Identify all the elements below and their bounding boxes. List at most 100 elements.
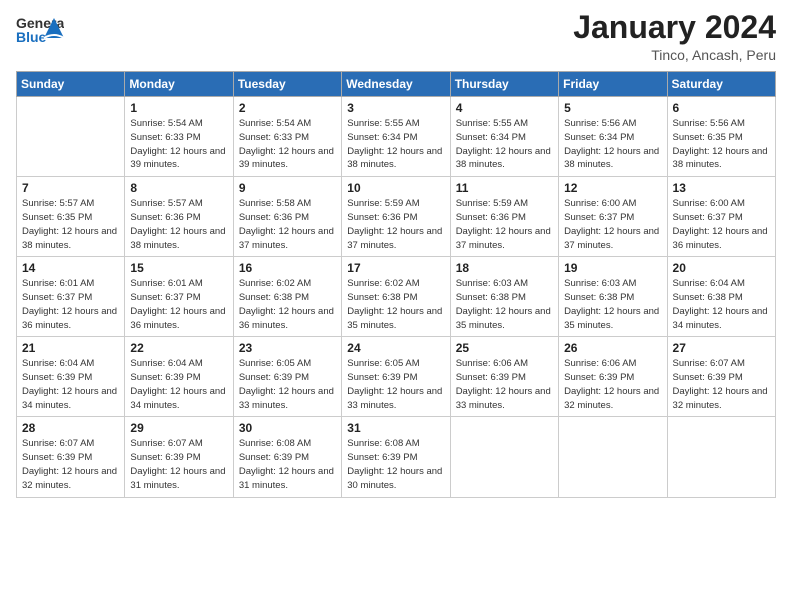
day-number: 11 <box>456 181 553 195</box>
calendar-cell: 1 Sunrise: 5:54 AM Sunset: 6:33 PM Daylig… <box>125 97 233 177</box>
calendar-cell: 14Sunrise: 6:01 AM Sunset: 6:37 PM Dayli… <box>17 257 125 337</box>
day-number: 2 <box>239 101 336 115</box>
day-info: Sunrise: 6:08 AM Sunset: 6:39 PM Dayligh… <box>239 437 336 492</box>
day-number: 29 <box>130 421 227 435</box>
header: General Blue January 2024 Tinco, Ancash,… <box>16 10 776 63</box>
header-tuesday: Tuesday <box>233 72 341 97</box>
day-number: 14 <box>22 261 119 275</box>
day-number: 19 <box>564 261 661 275</box>
day-number: 8 <box>130 181 227 195</box>
calendar-cell: 12 Sunrise: 6:00 AM Sunset: 6:37 PM Dayli… <box>559 177 667 257</box>
day-number: 27 <box>673 341 770 355</box>
day-info: Sunrise: 6:03 AM Sunset: 6:38 PM Dayligh… <box>456 277 553 332</box>
calendar-cell: 22Sunrise: 6:04 AM Sunset: 6:39 PM Dayli… <box>125 337 233 417</box>
day-number: 25 <box>456 341 553 355</box>
day-info: Sunrise: 6:08 AM Sunset: 6:39 PM Dayligh… <box>347 437 444 492</box>
day-info: Sunrise: 6:02 AM Sunset: 6:38 PM Dayligh… <box>239 277 336 332</box>
week-row-4: 21 Sunrise: 6:04 AM Sunset: 6:39 PM Dayli… <box>17 337 776 417</box>
day-info: Sunrise: 6:07 AM Sunset: 6:39 PM Dayligh… <box>130 437 227 492</box>
day-info: Sunrise: 5:57 AM Sunset: 6:36 PM Dayligh… <box>130 197 227 252</box>
day-info: Sunrise: 6:07 AM Sunset: 6:39 PM Dayligh… <box>22 437 119 492</box>
day-number: 21 <box>22 341 119 355</box>
day-info: Sunrise: 6:05 AM Sunset: 6:39 PM Dayligh… <box>239 357 336 412</box>
week-row-5: 28Sunrise: 6:07 AM Sunset: 6:39 PM Dayli… <box>17 417 776 497</box>
calendar-cell: 2Sunrise: 5:54 AM Sunset: 6:33 PM Daylig… <box>233 97 341 177</box>
svg-text:Blue: Blue <box>16 29 47 45</box>
calendar-cell: 25 Sunrise: 6:06 AM Sunset: 6:39 PM Dayli… <box>450 337 558 417</box>
day-info: Sunrise: 5:57 AM Sunset: 6:35 PM Dayligh… <box>22 197 119 252</box>
calendar-cell: 4 Sunrise: 5:55 AM Sunset: 6:34 PM Daylig… <box>450 97 558 177</box>
calendar-cell: 28Sunrise: 6:07 AM Sunset: 6:39 PM Dayli… <box>17 417 125 497</box>
day-info: Sunrise: 6:06 AM Sunset: 6:39 PM Dayligh… <box>564 357 661 412</box>
month-title: January 2024 <box>573 10 776 45</box>
day-number: 20 <box>673 261 770 275</box>
header-sunday: Sunday <box>17 72 125 97</box>
header-friday: Friday <box>559 72 667 97</box>
day-info: Sunrise: 6:04 AM Sunset: 6:39 PM Dayligh… <box>22 357 119 412</box>
day-info: Sunrise: 6:07 AM Sunset: 6:39 PM Dayligh… <box>673 357 770 412</box>
calendar-cell: 13 Sunrise: 6:00 AM Sunset: 6:37 PM Dayli… <box>667 177 775 257</box>
day-number: 4 <box>456 101 553 115</box>
calendar-cell: 19 Sunrise: 6:03 AM Sunset: 6:38 PM Dayli… <box>559 257 667 337</box>
day-info: Sunrise: 6:03 AM Sunset: 6:38 PM Dayligh… <box>564 277 661 332</box>
day-number: 1 <box>130 101 227 115</box>
day-info: Sunrise: 5:58 AM Sunset: 6:36 PM Dayligh… <box>239 197 336 252</box>
day-info: Sunrise: 6:04 AM Sunset: 6:39 PM Dayligh… <box>130 357 227 412</box>
week-row-2: 7 Sunrise: 5:57 AM Sunset: 6:35 PM Daylig… <box>17 177 776 257</box>
day-info: Sunrise: 5:56 AM Sunset: 6:35 PM Dayligh… <box>673 117 770 172</box>
header-saturday: Saturday <box>667 72 775 97</box>
calendar-cell: 17 Sunrise: 6:02 AM Sunset: 6:38 PM Dayli… <box>342 257 450 337</box>
day-info: Sunrise: 6:06 AM Sunset: 6:39 PM Dayligh… <box>456 357 553 412</box>
calendar-cell: 20Sunrise: 6:04 AM Sunset: 6:38 PM Dayli… <box>667 257 775 337</box>
calendar-cell: 23Sunrise: 6:05 AM Sunset: 6:39 PM Dayli… <box>233 337 341 417</box>
logo-icon: General Blue <box>16 10 64 54</box>
day-number: 30 <box>239 421 336 435</box>
calendar-cell <box>450 417 558 497</box>
day-number: 10 <box>347 181 444 195</box>
day-number: 24 <box>347 341 444 355</box>
calendar-cell: 8 Sunrise: 5:57 AM Sunset: 6:36 PM Daylig… <box>125 177 233 257</box>
calendar-cell: 3Sunrise: 5:55 AM Sunset: 6:34 PM Daylig… <box>342 97 450 177</box>
location-subtitle: Tinco, Ancash, Peru <box>573 47 776 63</box>
header-wednesday: Wednesday <box>342 72 450 97</box>
day-info: Sunrise: 6:02 AM Sunset: 6:38 PM Dayligh… <box>347 277 444 332</box>
calendar-cell: 9Sunrise: 5:58 AM Sunset: 6:36 PM Daylig… <box>233 177 341 257</box>
day-info: Sunrise: 6:05 AM Sunset: 6:39 PM Dayligh… <box>347 357 444 412</box>
calendar-cell <box>667 417 775 497</box>
day-number: 15 <box>130 261 227 275</box>
day-number: 31 <box>347 421 444 435</box>
day-info: Sunrise: 5:54 AM Sunset: 6:33 PM Dayligh… <box>130 117 227 172</box>
day-info: Sunrise: 5:59 AM Sunset: 6:36 PM Dayligh… <box>456 197 553 252</box>
day-number: 12 <box>564 181 661 195</box>
day-info: Sunrise: 5:55 AM Sunset: 6:34 PM Dayligh… <box>456 117 553 172</box>
day-info: Sunrise: 6:00 AM Sunset: 6:37 PM Dayligh… <box>564 197 661 252</box>
header-monday: Monday <box>125 72 233 97</box>
title-block: January 2024 Tinco, Ancash, Peru <box>573 10 776 63</box>
weekday-header-row: Sunday Monday Tuesday Wednesday Thursday… <box>17 72 776 97</box>
calendar-cell <box>559 417 667 497</box>
day-number: 5 <box>564 101 661 115</box>
day-number: 17 <box>347 261 444 275</box>
calendar-cell: 24 Sunrise: 6:05 AM Sunset: 6:39 PM Dayli… <box>342 337 450 417</box>
logo: General Blue <box>16 10 64 54</box>
calendar-cell: 27 Sunrise: 6:07 AM Sunset: 6:39 PM Dayli… <box>667 337 775 417</box>
day-number: 7 <box>22 181 119 195</box>
calendar-cell: 16Sunrise: 6:02 AM Sunset: 6:38 PM Dayli… <box>233 257 341 337</box>
calendar-cell: 7 Sunrise: 5:57 AM Sunset: 6:35 PM Daylig… <box>17 177 125 257</box>
calendar-cell: 29 Sunrise: 6:07 AM Sunset: 6:39 PM Dayli… <box>125 417 233 497</box>
header-thursday: Thursday <box>450 72 558 97</box>
day-number: 26 <box>564 341 661 355</box>
day-number: 3 <box>347 101 444 115</box>
calendar-cell: 10Sunrise: 5:59 AM Sunset: 6:36 PM Dayli… <box>342 177 450 257</box>
calendar-cell: 30 Sunrise: 6:08 AM Sunset: 6:39 PM Dayli… <box>233 417 341 497</box>
day-info: Sunrise: 6:00 AM Sunset: 6:37 PM Dayligh… <box>673 197 770 252</box>
calendar-cell: 26 Sunrise: 6:06 AM Sunset: 6:39 PM Dayli… <box>559 337 667 417</box>
day-info: Sunrise: 6:01 AM Sunset: 6:37 PM Dayligh… <box>130 277 227 332</box>
week-row-1: 1 Sunrise: 5:54 AM Sunset: 6:33 PM Daylig… <box>17 97 776 177</box>
week-row-3: 14 Sunrise: 6:01 AM Sunset: 6:37 PM Dayli… <box>17 257 776 337</box>
day-number: 6 <box>673 101 770 115</box>
day-number: 13 <box>673 181 770 195</box>
calendar-cell: 5Sunrise: 5:56 AM Sunset: 6:34 PM Daylig… <box>559 97 667 177</box>
calendar-cell: 6 Sunrise: 5:56 AM Sunset: 6:35 PM Daylig… <box>667 97 775 177</box>
calendar-cell <box>17 97 125 177</box>
